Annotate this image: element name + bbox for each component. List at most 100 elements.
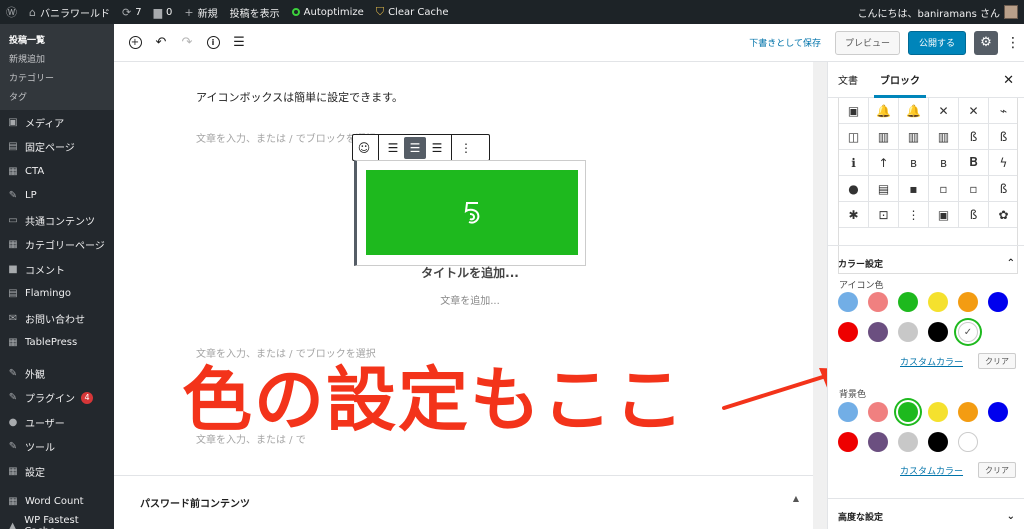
icon-option[interactable]: ʙ [929, 150, 959, 176]
icon-color-swatch[interactable] [838, 322, 858, 342]
sidebar-item-1[interactable]: ▤ 固定ページ [0, 135, 114, 160]
advanced-settings-header[interactable]: 高度な設定 ⌄ [828, 498, 1024, 529]
save-draft-button[interactable]: 下書きとして保存 [743, 36, 827, 49]
submenu-add-new[interactable]: 新規追加 [0, 49, 114, 68]
bg-color-swatch[interactable] [868, 432, 888, 452]
icon-box-title[interactable]: タイトルを追加... [354, 264, 586, 281]
icon-option[interactable]: ß [989, 176, 1017, 202]
color-settings-header[interactable]: カラー設定 ⌃ [828, 245, 1024, 281]
metabox-title[interactable]: パスワード前コンテンツ [140, 495, 250, 510]
collapse-up-icon[interactable]: ▲ [793, 494, 799, 503]
sidebar-item-6[interactable]: ■ コメント [0, 257, 114, 282]
icon-option[interactable]: ↑ [869, 150, 899, 176]
submenu-categories[interactable]: カテゴリー [0, 68, 114, 87]
paragraph-block[interactable]: アイコンボックスは簡単に設定できます。 [196, 89, 403, 105]
bg-color-swatch[interactable]: ✓ [898, 402, 918, 422]
icon-option[interactable]: ✕ [929, 98, 959, 124]
icon-color-swatch[interactable] [928, 322, 948, 342]
icon-option[interactable]: ▥ [929, 124, 959, 150]
sidebar-item-12[interactable]: ● ユーザー [0, 410, 114, 435]
icon-option[interactable]: 𝐁 [959, 150, 989, 176]
canvas-scrollbar[interactable] [813, 62, 827, 529]
align-left-button[interactable]: ☰ [382, 137, 404, 159]
sidebar-item-13[interactable]: ✎ ツール [0, 435, 114, 460]
paragraph-placeholder[interactable]: 文章を入力、または / でブロックを選択 [196, 130, 376, 145]
site-name-link[interactable]: ⌂ バニラワールド [23, 0, 116, 24]
icon-color-swatch[interactable] [958, 292, 978, 312]
more-menu-button[interactable]: ⋮ [1006, 35, 1020, 51]
sidebar-item-4[interactable]: ▭ 共通コンテンツ [0, 208, 114, 233]
block-navigation-button[interactable]: ☰ [228, 32, 250, 54]
icon-option[interactable]: ▤ [869, 176, 899, 202]
align-center-button[interactable]: ☰ [404, 136, 426, 159]
icon-option[interactable]: ⊡ [869, 202, 899, 228]
wordpress-logo-icon[interactable]: Ⓦ [0, 0, 23, 24]
icon-box-text[interactable]: 文章を追加... [354, 292, 586, 307]
undo-button[interactable]: ↶ [150, 32, 172, 54]
sidebar-item-9[interactable]: ▦ TablePress [0, 331, 114, 356]
icon-box-block[interactable] [354, 160, 586, 266]
redo-button[interactable]: ↷ [176, 32, 198, 54]
icon-option[interactable]: ʙ [899, 150, 929, 176]
icon-option[interactable]: ϟ [989, 150, 1017, 176]
icon-option[interactable]: ◫ [839, 124, 869, 150]
icon-color-swatch[interactable] [868, 322, 888, 342]
align-right-button[interactable]: ☰ [426, 137, 448, 159]
icon-color-swatch[interactable] [928, 292, 948, 312]
clear-cache-link[interactable]: ⛉ Clear Cache [370, 0, 455, 24]
close-icon[interactable]: ✕ [1003, 73, 1014, 88]
sidebar-item-7[interactable]: ▤ Flamingo [0, 282, 114, 307]
bg-custom-color-link[interactable]: カスタムカラー [900, 464, 963, 477]
icon-color-swatch[interactable] [898, 322, 918, 342]
bg-color-swatch[interactable] [928, 402, 948, 422]
icon-option[interactable]: ß [959, 124, 989, 150]
bg-color-swatch[interactable] [988, 402, 1008, 422]
content-info-button[interactable]: i [202, 32, 224, 54]
icon-option[interactable]: ⌁ [989, 98, 1017, 124]
sidebar-item-2[interactable]: ▦ CTA [0, 159, 114, 184]
icon-option[interactable]: ▣ [929, 202, 959, 228]
sidebar-item-15[interactable]: ▦ Word Count [0, 490, 114, 515]
comments-link[interactable]: ▆ 0 [148, 0, 179, 24]
bg-color-swatch[interactable] [898, 432, 918, 452]
updates-link[interactable]: ⟳ 7 [116, 0, 148, 24]
bg-color-swatch[interactable] [838, 432, 858, 452]
sidebar-item-10[interactable]: ✎ 外観 [0, 361, 114, 386]
icon-option[interactable]: 🔔 [899, 98, 929, 124]
account-menu[interactable]: こんにちは、baniramans さん [858, 5, 1024, 20]
icon-option[interactable]: ß [959, 202, 989, 228]
bg-color-swatch[interactable] [838, 402, 858, 422]
publish-button[interactable]: 公開する [907, 30, 966, 55]
sidebar-item-8[interactable]: ✉ お問い合わせ [0, 306, 114, 331]
icon-color-swatch[interactable] [838, 292, 858, 312]
new-content-link[interactable]: + 新規 [178, 0, 223, 24]
block-type-button[interactable]: ☺ [353, 137, 375, 159]
autoptimize-link[interactable]: Autoptimize [286, 0, 370, 24]
icon-option[interactable]: ▫ [959, 176, 989, 202]
preview-button[interactable]: プレビュー [834, 30, 900, 55]
sidebar-item-14[interactable]: ▦ 設定 [0, 459, 114, 484]
sidebar-item-0[interactable]: ▣ メディア [0, 110, 114, 135]
icon-color-swatch[interactable] [898, 292, 918, 312]
icon-option[interactable]: ● [839, 176, 869, 202]
bg-color-clear-button[interactable]: クリア [978, 462, 1016, 478]
paragraph-placeholder-2[interactable]: 文章を入力、または / でブロックを選択 [196, 345, 376, 360]
icon-color-swatch[interactable] [868, 292, 888, 312]
icon-option[interactable]: ✿ [989, 202, 1017, 228]
bg-color-swatch[interactable] [928, 432, 948, 452]
tab-block[interactable]: ブロック [874, 62, 926, 98]
submenu-tags[interactable]: タグ [0, 87, 114, 106]
icon-option[interactable]: ▣ [839, 98, 869, 124]
bg-color-swatch[interactable] [868, 402, 888, 422]
icon-option[interactable]: ℹ [839, 150, 869, 176]
icon-color-swatch[interactable]: ✓ [958, 322, 978, 342]
sidebar-item-5[interactable]: ▦ カテゴリーページ [0, 233, 114, 258]
submenu-all-posts[interactable]: 投稿一覧 [0, 30, 114, 49]
sidebar-item-11[interactable]: ✎ プラグイン 4 [0, 386, 114, 411]
icon-option[interactable]: ß [989, 124, 1017, 150]
view-post-link[interactable]: 投稿を表示 [224, 0, 286, 24]
icon-option[interactable]: ▫ [929, 176, 959, 202]
icon-option[interactable]: ⋮ [899, 202, 929, 228]
block-more-button[interactable]: ⋮ [455, 137, 477, 159]
bg-color-swatch[interactable] [958, 402, 978, 422]
